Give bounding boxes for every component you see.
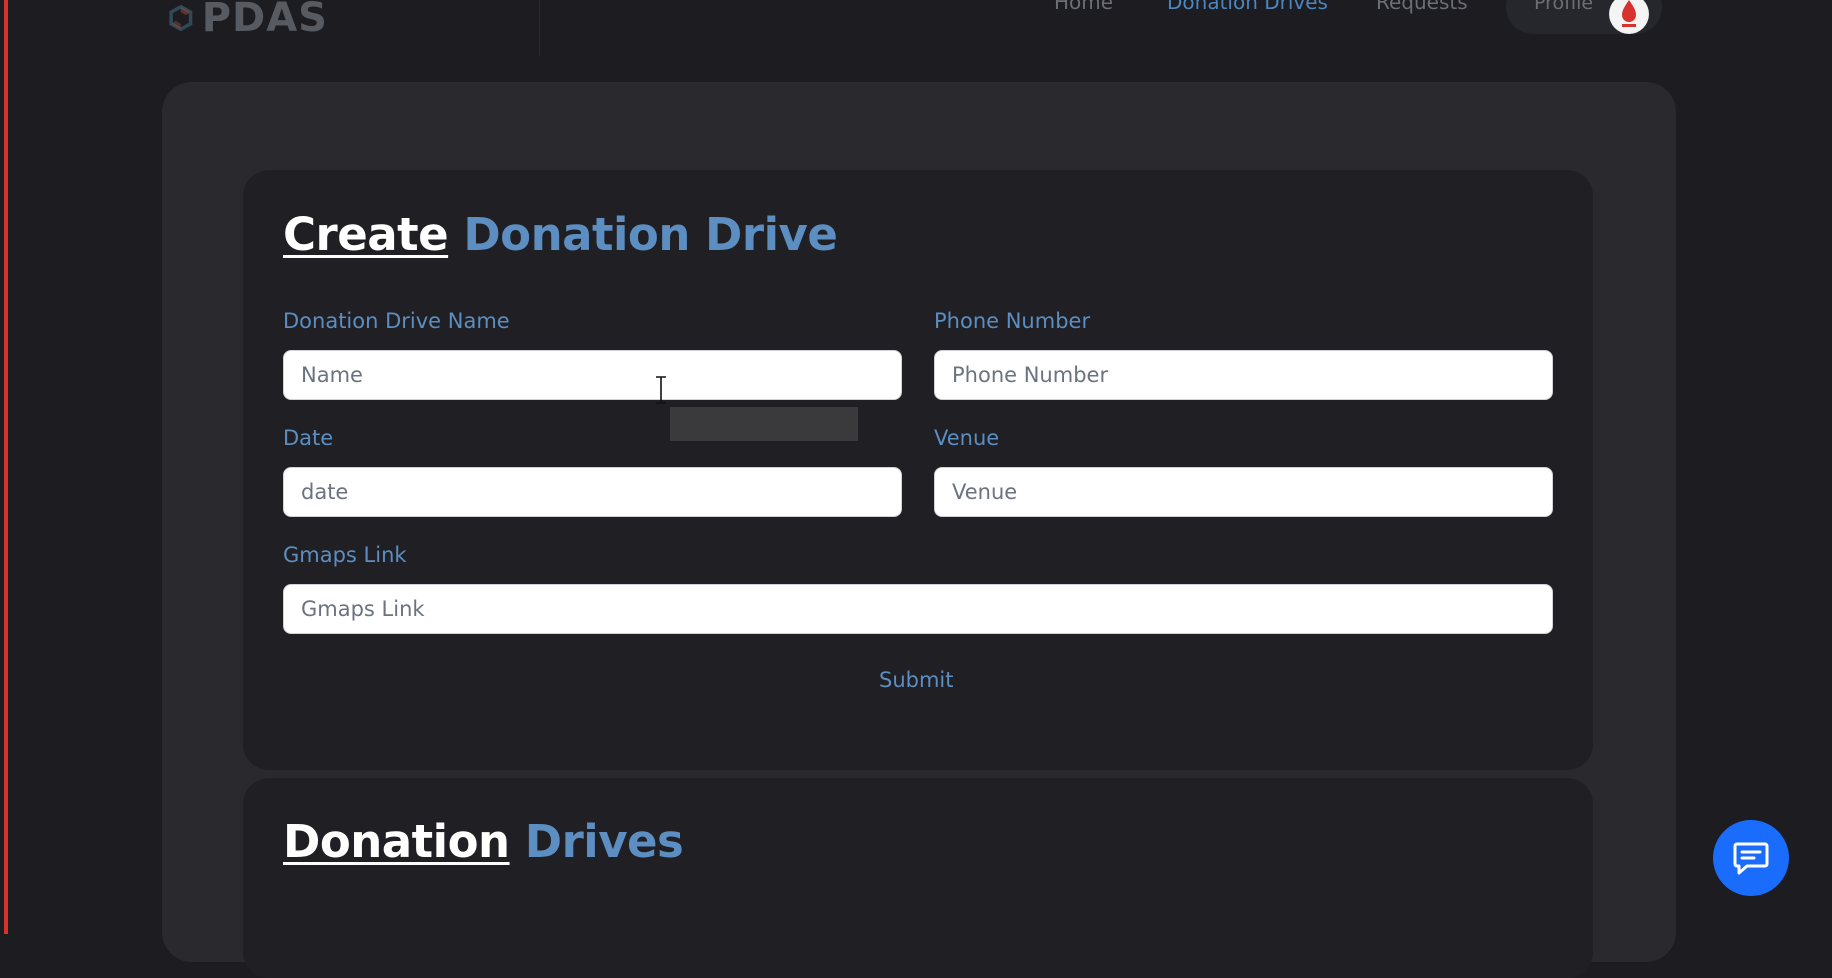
nav-divider (539, 0, 540, 56)
title-word-drives: Drives (524, 815, 684, 868)
top-navbar: PDAS Home Donation Drives Requests Profi… (0, 0, 1832, 56)
date-label: Date (283, 426, 334, 450)
profile-menu-button[interactable]: Profile (1506, 0, 1662, 34)
date-input[interactable] (283, 467, 902, 517)
nav-link-donation-drives[interactable]: Donation Drives (1167, 0, 1328, 14)
nav-link-home[interactable]: Home (1054, 0, 1113, 14)
submit-button[interactable]: Submit (879, 668, 954, 692)
drive-name-input[interactable] (283, 350, 902, 400)
title-word-donation-drive: Donation Drive (463, 208, 838, 261)
brand-name: PDAS (201, 0, 328, 41)
drive-name-label: Donation Drive Name (283, 309, 510, 333)
nav-link-requests[interactable]: Requests (1376, 0, 1468, 14)
title-word-donation: Donation (283, 815, 510, 868)
phone-number-label: Phone Number (934, 309, 1091, 333)
gmaps-link-label: Gmaps Link (283, 543, 407, 567)
profile-avatar-icon (1609, 0, 1649, 34)
chat-support-button[interactable] (1713, 820, 1789, 896)
venue-input[interactable] (934, 467, 1553, 517)
create-drive-title: Create Donation Drive (283, 208, 838, 261)
brand-logo[interactable]: PDAS (168, 0, 328, 50)
donation-drives-card (243, 778, 1593, 978)
tooltip-popup (670, 407, 858, 441)
gmaps-link-input[interactable] (283, 584, 1553, 634)
text-cursor-icon (656, 376, 666, 404)
profile-label: Profile (1534, 0, 1594, 14)
donation-drives-title: Donation Drives (283, 815, 684, 868)
venue-label: Venue (934, 426, 1000, 450)
chat-bubble-icon (1733, 842, 1769, 875)
title-word-create: Create (283, 208, 449, 261)
phone-number-input[interactable] (934, 350, 1553, 400)
pdas-logo-icon (169, 4, 193, 32)
window-edge-accent (4, 0, 8, 934)
